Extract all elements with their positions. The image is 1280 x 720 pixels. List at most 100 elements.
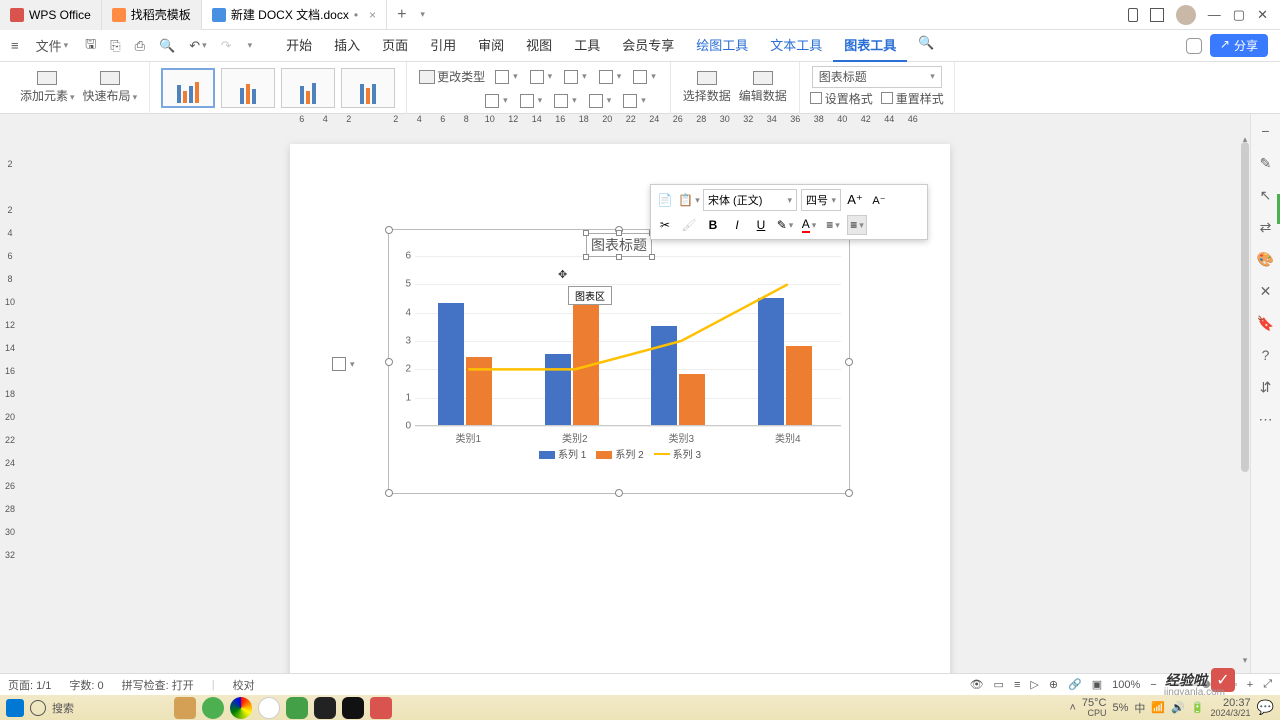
- tab-review[interactable]: 审阅: [467, 29, 515, 62]
- cube-icon[interactable]: [1150, 8, 1164, 22]
- tray-volume-icon[interactable]: 🔊: [1171, 701, 1185, 714]
- taskbar-app-8[interactable]: [370, 697, 392, 719]
- paste-icon[interactable]: 📋▾: [679, 190, 699, 210]
- resize-handle-rc[interactable]: [845, 358, 853, 366]
- tab-page[interactable]: 页面: [371, 29, 419, 62]
- new-tab-button[interactable]: +: [387, 6, 416, 24]
- phone-icon[interactable]: [1128, 8, 1138, 22]
- resize-handle-lc[interactable]: [385, 358, 393, 366]
- undo-icon[interactable]: ↶▾: [184, 35, 211, 57]
- resize-handle-bl[interactable]: [385, 489, 393, 497]
- resize-handle-br[interactable]: [845, 489, 853, 497]
- resize-handle-bc[interactable]: [615, 489, 623, 497]
- help-icon[interactable]: ?: [1257, 346, 1275, 364]
- tray-battery-icon[interactable]: 🔋: [1191, 701, 1205, 714]
- document-tab[interactable]: 新建 DOCX 文档.docx • ×: [202, 0, 387, 30]
- chart-plot-area[interactable]: 0123456 类别1类别2类别3类别4 系列 1 系列 2 系列 3: [395, 256, 845, 461]
- fullscreen-icon[interactable]: ⤢: [1263, 678, 1272, 691]
- chart-style-4[interactable]: [341, 68, 395, 108]
- eye-icon[interactable]: 👁: [970, 678, 984, 691]
- vertical-ruler[interactable]: 22468101214161820222426283032: [0, 136, 20, 685]
- page-indicator[interactable]: 页面: 1/1: [8, 677, 51, 693]
- zoom-out-icon[interactable]: −: [1150, 679, 1156, 691]
- link-icon[interactable]: 🔗: [1068, 678, 1082, 691]
- legend-series-3[interactable]: 系列 3: [654, 446, 701, 461]
- chart-style-3[interactable]: [281, 68, 335, 108]
- tab-member[interactable]: 会员专享: [611, 29, 685, 62]
- start-button[interactable]: [6, 699, 24, 717]
- page-view-icon[interactable]: ▭: [994, 678, 1004, 691]
- tab-text-tools[interactable]: 文本工具: [759, 29, 833, 62]
- tab-insert[interactable]: 插入: [323, 29, 371, 62]
- close-tab-icon[interactable]: ×: [369, 8, 376, 22]
- user-avatar[interactable]: [1176, 5, 1196, 25]
- more-icon[interactable]: ⋯: [1257, 410, 1275, 428]
- minus-icon[interactable]: −: [1257, 122, 1275, 140]
- wrench-icon[interactable]: ✕: [1257, 282, 1275, 300]
- fit-icon[interactable]: ▣: [1092, 678, 1102, 691]
- bookmark-icon[interactable]: 🔖: [1257, 314, 1275, 332]
- bars-button[interactable]: ▾: [524, 66, 559, 88]
- element-selector-dropdown[interactable]: 图表标题▾: [812, 66, 942, 88]
- line-spacing-button[interactable]: ≡▾: [823, 215, 843, 235]
- font-size-dropdown[interactable]: 四号▾: [801, 189, 841, 211]
- redo-icon[interactable]: ↷: [216, 35, 237, 57]
- tray-wifi-icon[interactable]: 📶: [1151, 701, 1165, 714]
- edit-data-button[interactable]: 编辑数据: [735, 71, 791, 104]
- proofing-status[interactable]: 校对: [233, 677, 255, 693]
- line-button[interactable]: ▾: [558, 66, 593, 88]
- print-preview-icon[interactable]: 🔍: [154, 35, 180, 57]
- close-window-icon[interactable]: ✕: [1257, 7, 1268, 23]
- layout-handle[interactable]: ▾: [332, 357, 355, 371]
- document-page[interactable]: ▾ 图表标题 0123456 类别1类别2类别3类别4: [290, 144, 950, 704]
- taskbar-app-7[interactable]: [342, 697, 364, 719]
- template-tab[interactable]: 找稻壳模板: [102, 0, 202, 30]
- minimize-icon[interactable]: —: [1208, 7, 1221, 22]
- taskbar-app-6[interactable]: [314, 697, 336, 719]
- hamburger-icon[interactable]: ≡: [6, 35, 24, 56]
- underline-button[interactable]: U: [751, 215, 771, 235]
- tray-time[interactable]: 20:37: [1211, 698, 1251, 709]
- search-icon[interactable]: 🔍: [907, 29, 945, 62]
- taskbar-app-4[interactable]: [258, 697, 280, 719]
- axis-button[interactable]: ▾: [489, 66, 524, 88]
- tray-expand-icon[interactable]: ˄: [1069, 702, 1075, 714]
- word-count[interactable]: 字数: 0: [69, 677, 103, 693]
- tray-date[interactable]: 2024/3/21: [1211, 709, 1251, 718]
- zoom-in-icon[interactable]: +: [1247, 679, 1253, 691]
- notification-icon[interactable]: [1186, 38, 1202, 54]
- tab-drawing-tools[interactable]: 绘图工具: [685, 29, 759, 62]
- marker-button[interactable]: ▾: [593, 66, 628, 88]
- print-icon[interactable]: ⎙: [130, 35, 150, 57]
- chart-object[interactable]: 图表标题 0123456 类别1类别2类别3类别4 系列 1 系列 2 系列 3: [388, 229, 850, 494]
- scrollbar-thumb[interactable]: [1241, 142, 1249, 472]
- taskbar-app-2[interactable]: [202, 697, 224, 719]
- grid-button[interactable]: ▾: [627, 66, 662, 88]
- tray-lang-icon[interactable]: 中: [1134, 700, 1145, 716]
- add-element-button[interactable]: 添加元素▾: [16, 71, 79, 104]
- web-view-icon[interactable]: ⊕: [1049, 678, 1058, 691]
- legend-button[interactable]: ▾: [479, 90, 514, 112]
- format-painter-icon[interactable]: 🖌: [679, 215, 699, 235]
- font-color-button[interactable]: A▾: [799, 215, 819, 235]
- legend-series-1[interactable]: 系列 1: [539, 446, 586, 461]
- export-icon[interactable]: ⎘: [105, 35, 125, 57]
- file-menu[interactable]: 文件▾: [28, 33, 77, 58]
- chart-title[interactable]: 图表标题: [586, 233, 652, 257]
- highlight-button[interactable]: ✎▾: [775, 215, 795, 235]
- scroll-down-icon[interactable]: ▾: [1240, 655, 1250, 665]
- share-button[interactable]: ↗ 分享: [1210, 34, 1268, 57]
- trend-button[interactable]: ▾: [548, 90, 583, 112]
- tabs-dropdown-icon[interactable]: ▾: [420, 9, 425, 20]
- align-button[interactable]: ≡▾: [847, 215, 867, 235]
- tab-start[interactable]: 开始: [275, 29, 323, 62]
- cut-icon[interactable]: ✂: [655, 215, 675, 235]
- cursor-icon[interactable]: ↖: [1257, 186, 1275, 204]
- taskbar-app-3[interactable]: [230, 697, 252, 719]
- chart-legend[interactable]: 系列 1 系列 2 系列 3: [395, 446, 845, 461]
- copy-icon[interactable]: 📄: [655, 190, 675, 210]
- change-type-button[interactable]: 更改类型: [415, 66, 489, 88]
- save-icon[interactable]: 🖫: [80, 32, 101, 60]
- reset-style-button[interactable]: 重置样式: [881, 90, 944, 107]
- redo-dd-icon[interactable]: ▾: [241, 37, 258, 54]
